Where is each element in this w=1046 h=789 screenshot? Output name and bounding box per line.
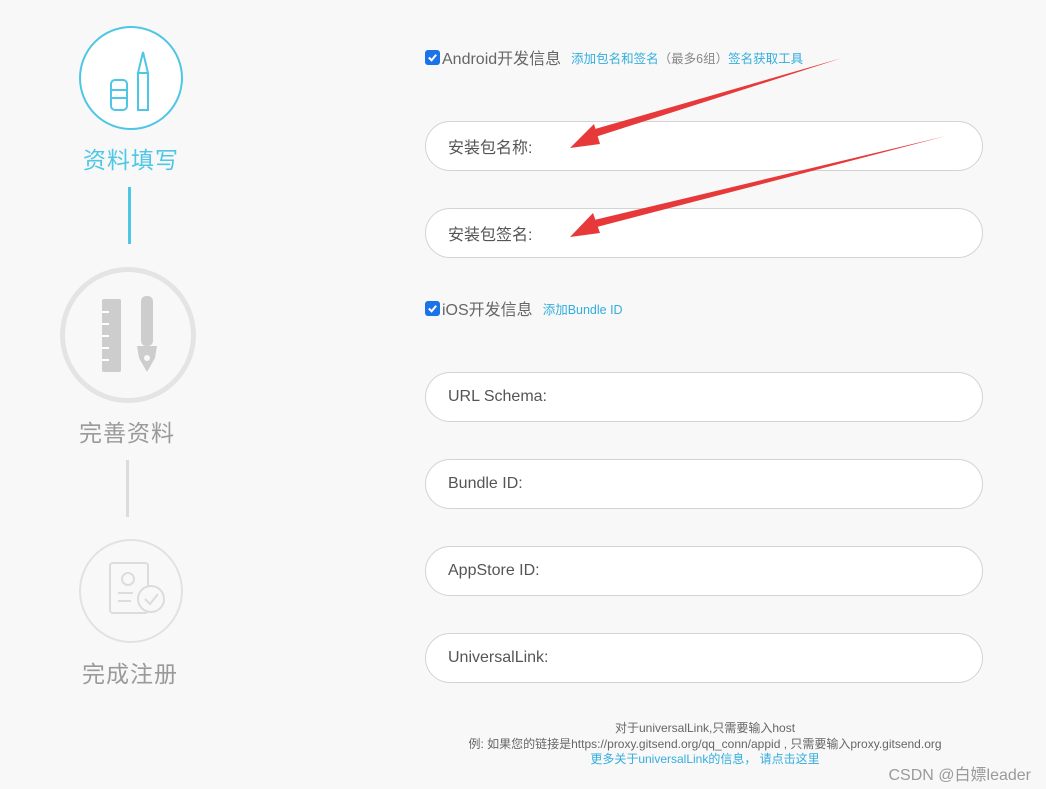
package-signature-input[interactable] xyxy=(532,212,958,254)
package-signature-label: 安装包签名: xyxy=(448,227,533,244)
appstore-id-field[interactable]: AppStore ID: xyxy=(425,546,983,596)
add-package-signature-link[interactable]: 添加包名和签名 xyxy=(571,48,659,67)
universal-link-field[interactable]: UniversalLink: xyxy=(425,633,983,683)
add-bundle-id-link[interactable]: 添加Bundle ID xyxy=(543,299,623,318)
checkmark-icon xyxy=(428,53,437,62)
android-limit-text: （最多6组） xyxy=(658,51,729,66)
package-signature-field[interactable]: 安装包签名: xyxy=(425,208,983,258)
step-3-label: 完成注册 xyxy=(82,661,178,687)
step-3-circle xyxy=(79,539,183,643)
step-connector-2 xyxy=(126,460,129,517)
pencil-icon xyxy=(110,51,149,111)
step-2-circle xyxy=(60,267,196,403)
appstore-id-input[interactable] xyxy=(539,550,958,592)
bundle-id-label: Bundle ID: xyxy=(448,475,523,492)
checkmark-icon xyxy=(428,304,437,313)
appstore-id-label: AppStore ID: xyxy=(448,562,540,579)
universal-link-label: UniversalLink: xyxy=(448,649,549,666)
android-section-header: Android开发信息 添加包名和签名 （最多6组） 签名获取工具 xyxy=(425,45,803,69)
ruler-pen-icon xyxy=(102,296,157,372)
package-name-label: 安装包名称: xyxy=(448,140,533,157)
step-1-circle xyxy=(79,26,183,130)
bundle-id-input[interactable] xyxy=(522,463,958,505)
android-section-title: Android开发信息 xyxy=(442,51,562,68)
ios-checkbox[interactable] xyxy=(425,300,440,316)
document-check-icon xyxy=(109,562,165,614)
package-name-field[interactable]: 安装包名称: xyxy=(425,121,983,171)
csdn-watermark: CSDN @白嫖leader xyxy=(888,767,1031,784)
ios-section-header: iOS开发信息 添加Bundle ID xyxy=(425,296,623,320)
step-1-label: 资料填写 xyxy=(83,147,179,173)
ios-section-title: iOS开发信息 xyxy=(442,302,533,319)
url-schema-field[interactable]: URL Schema: xyxy=(425,372,983,422)
note-line-2: 例: 如果您的链接是https://proxy.gitsend.org/qq_c… xyxy=(468,736,942,751)
step-connector-1 xyxy=(128,187,131,244)
signature-tool-link[interactable]: 签名获取工具 xyxy=(728,48,803,67)
bundle-id-field[interactable]: Bundle ID: xyxy=(425,459,983,509)
universal-link-input[interactable] xyxy=(548,637,958,679)
note-line-1: 对于universalLink,只需要输入host xyxy=(614,721,796,735)
url-schema-input[interactable] xyxy=(547,376,958,418)
package-name-input[interactable] xyxy=(532,125,958,167)
step-2-label: 完善资料 xyxy=(79,420,175,446)
android-checkbox[interactable] xyxy=(425,49,440,65)
url-schema-label: URL Schema: xyxy=(448,388,547,405)
